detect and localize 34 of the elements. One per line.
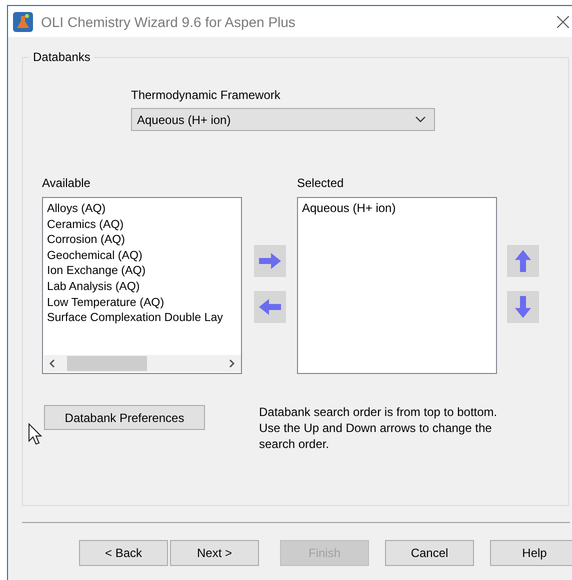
close-icon[interactable] xyxy=(557,16,569,28)
list-item[interactable]: Low Temperature (AQ) xyxy=(47,294,241,310)
move-up-button[interactable] xyxy=(507,245,539,277)
list-item[interactable]: Ion Exchange (AQ) xyxy=(47,263,241,279)
list-item[interactable]: Geochemical (AQ) xyxy=(47,248,241,264)
group-title: Databanks xyxy=(29,50,94,64)
dialog-button[interactable]: Next > xyxy=(170,540,259,566)
list-item[interactable]: Aqueous (H+ ion) xyxy=(302,201,496,217)
dialog-button[interactable]: Cancel xyxy=(385,540,474,566)
list-item[interactable]: Ceramics (AQ) xyxy=(47,216,241,232)
chevron-down-icon xyxy=(415,116,426,123)
flask-icon xyxy=(13,12,33,32)
remove-button[interactable] xyxy=(254,291,286,323)
move-down-button[interactable] xyxy=(507,291,539,323)
window-title: OLI Chemistry Wizard 9.6 for Aspen Plus xyxy=(41,14,296,30)
list-item[interactable]: Surface Complexation Double Lay xyxy=(47,310,241,326)
arrow-right-icon xyxy=(259,253,281,269)
add-button[interactable] xyxy=(254,245,286,277)
list-item[interactable]: Alloys (AQ) xyxy=(47,201,241,217)
arrow-up-icon xyxy=(515,250,531,272)
horizontal-scrollbar[interactable] xyxy=(44,355,241,372)
preferences-button[interactable]: Databank Preferences xyxy=(44,405,205,430)
available-label: Available xyxy=(42,176,92,191)
arrow-down-icon xyxy=(515,296,531,318)
hint-text: Databank search order is from top to bottom. Use the Up and Down arrows to change the search order. xyxy=(259,404,498,452)
list-item[interactable]: Corrosion (AQ) xyxy=(47,232,241,248)
arrow-left-icon xyxy=(259,299,281,315)
framework-label: Thermodynamic Framework xyxy=(131,88,282,103)
selected-label: Selected xyxy=(297,176,345,191)
list-item[interactable]: Lab Analysis (AQ) xyxy=(47,278,241,295)
mouse-pointer-icon xyxy=(28,423,42,445)
framework-dropdown[interactable]: Aqueous (H+ ion) xyxy=(131,108,435,131)
dialog-button[interactable]: < Back xyxy=(79,540,168,566)
dialog-button[interactable]: Help xyxy=(490,540,572,566)
